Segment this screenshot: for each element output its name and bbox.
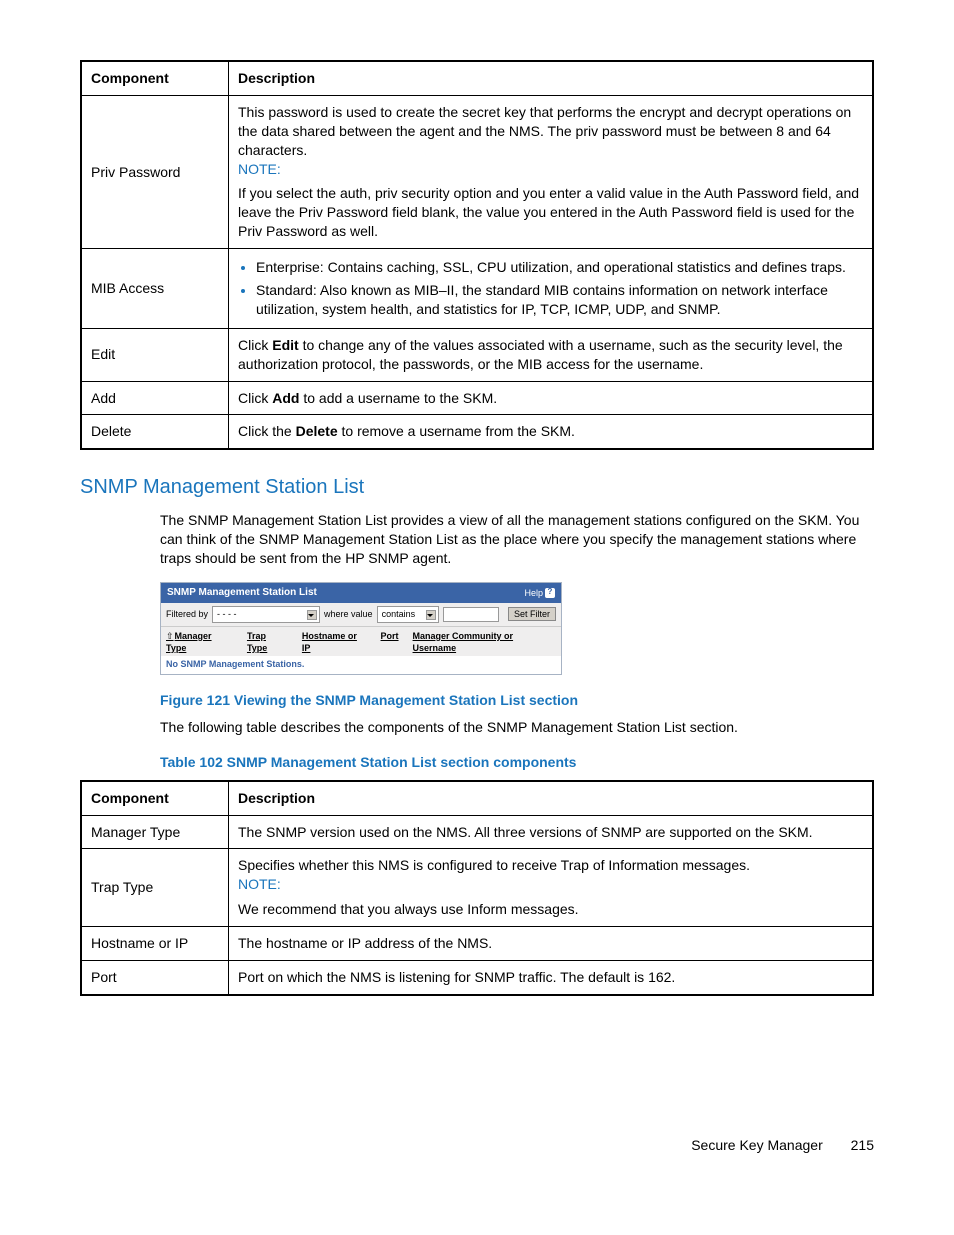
cell-component: Hostname or IP [81, 927, 229, 961]
cell-description: The hostname or IP address of the NMS. [229, 927, 874, 961]
desc-post: to remove a username from the SKM. [338, 423, 575, 439]
help-icon: ? [545, 588, 555, 598]
desc-post: to add a username to the SKM. [299, 390, 497, 406]
sort-arrow-icon: ⇧ [166, 631, 174, 641]
page-number: 215 [851, 1137, 874, 1153]
col-link[interactable]: ⇧Manager Type [166, 630, 233, 654]
col-component: Component [81, 781, 229, 815]
help-link[interactable]: Help ? [524, 587, 555, 599]
bullet-list: Enterprise: Contains caching, SSL, CPU u… [238, 256, 863, 321]
desc-bold: Delete [296, 423, 338, 439]
figure-caption: Figure 121 Viewing the SNMP Management S… [160, 691, 874, 710]
col-link[interactable]: Manager Community or Username [413, 630, 556, 654]
desc-note: We recommend that you always use Inform … [238, 901, 579, 917]
cell-component: MIB Access [81, 249, 229, 329]
desc-pre: Click [238, 337, 272, 353]
table-row: Port Port on which the NMS is listening … [81, 960, 873, 994]
desc-post: to change any of the values associated w… [238, 337, 843, 372]
cell-component: Priv Password [81, 95, 229, 248]
cell-description: Specifies whether this NMS is configured… [229, 849, 874, 927]
table-row: Priv Password This password is used to c… [81, 95, 873, 248]
list-item: Standard: Also known as MIB–II, the stan… [256, 279, 863, 321]
col-link[interactable]: Trap Type [247, 630, 288, 654]
cell-component: Port [81, 960, 229, 994]
paragraph: The following table describes the compon… [160, 718, 874, 737]
filter-label: Filtered by [166, 608, 208, 620]
section-intro: The SNMP Management Station List provide… [160, 511, 874, 568]
screenshot-wrap: SNMP Management Station List Help ? Filt… [160, 582, 874, 675]
cell-description: Port on which the NMS is listening for S… [229, 960, 874, 994]
filter-select-2[interactable]: contains [377, 606, 439, 623]
desc-note: If you select the auth, priv security op… [238, 185, 859, 239]
cell-description: Enterprise: Contains caching, SSL, CPU u… [229, 249, 874, 329]
desc-bold: Edit [272, 337, 298, 353]
list-item: Enterprise: Contains caching, SSL, CPU u… [256, 256, 863, 279]
desc-pre: Click the [238, 423, 296, 439]
cell-component: Manager Type [81, 815, 229, 849]
screenshot-panel: SNMP Management Station List Help ? Filt… [160, 582, 562, 675]
table-row: Manager Type The SNMP version used on th… [81, 815, 873, 849]
table-caption: Table 102 SNMP Management Station List s… [160, 753, 874, 772]
col-link[interactable]: Port [381, 630, 399, 654]
col-link[interactable]: Hostname or IP [302, 630, 367, 654]
section-heading: SNMP Management Station List [80, 474, 874, 501]
col-component: Component [81, 61, 229, 95]
table-row: Hostname or IP The hostname or IP addres… [81, 927, 873, 961]
desc-pre: Click [238, 390, 272, 406]
cell-description: Click Edit to change any of the values a… [229, 328, 874, 381]
cell-component: Edit [81, 328, 229, 381]
table-row: Trap Type Specifies whether this NMS is … [81, 849, 873, 927]
desc-bold: Add [272, 390, 299, 406]
filter-select-1[interactable]: - - - - [212, 606, 320, 623]
table-header-row: Component Description [81, 781, 873, 815]
desc-pre: Specifies whether this NMS is configured… [238, 857, 750, 873]
table-row: MIB Access Enterprise: Contains caching,… [81, 249, 873, 329]
column-header-row: ⇧Manager Type Trap Type Hostname or IP P… [161, 627, 561, 656]
cell-description: Click the Delete to remove a username fr… [229, 415, 874, 449]
table-2: Component Description Manager Type The S… [80, 780, 874, 996]
table-row: Delete Click the Delete to remove a user… [81, 415, 873, 449]
col-description: Description [229, 781, 874, 815]
cell-description: The SNMP version used on the NMS. All th… [229, 815, 874, 849]
empty-message: No SNMP Management Stations. [161, 656, 561, 674]
panel-title: SNMP Management Station List [167, 586, 317, 600]
cell-component: Add [81, 381, 229, 415]
help-label: Help [524, 587, 543, 599]
cell-description: This password is used to create the secr… [229, 95, 874, 248]
filter-input[interactable] [443, 607, 499, 622]
cell-description: Click Add to add a username to the SKM. [229, 381, 874, 415]
note-label: NOTE: [238, 161, 281, 177]
panel-titlebar: SNMP Management Station List Help ? [161, 583, 561, 603]
where-label: where value [324, 608, 373, 620]
footer-title: Secure Key Manager [691, 1137, 823, 1153]
note-label: NOTE: [238, 876, 281, 892]
table-header-row: Component Description [81, 61, 873, 95]
filter-bar: Filtered by - - - - where value contains… [161, 603, 561, 627]
table-row: Add Click Add to add a username to the S… [81, 381, 873, 415]
desc-intro: This password is used to create the secr… [238, 104, 851, 158]
col-description: Description [229, 61, 874, 95]
cell-component: Trap Type [81, 849, 229, 927]
table-1: Component Description Priv Password This… [80, 60, 874, 450]
set-filter-button[interactable]: Set Filter [508, 607, 556, 621]
table-row: Edit Click Edit to change any of the val… [81, 328, 873, 381]
page-footer: Secure Key Manager 215 [80, 1136, 874, 1155]
cell-component: Delete [81, 415, 229, 449]
